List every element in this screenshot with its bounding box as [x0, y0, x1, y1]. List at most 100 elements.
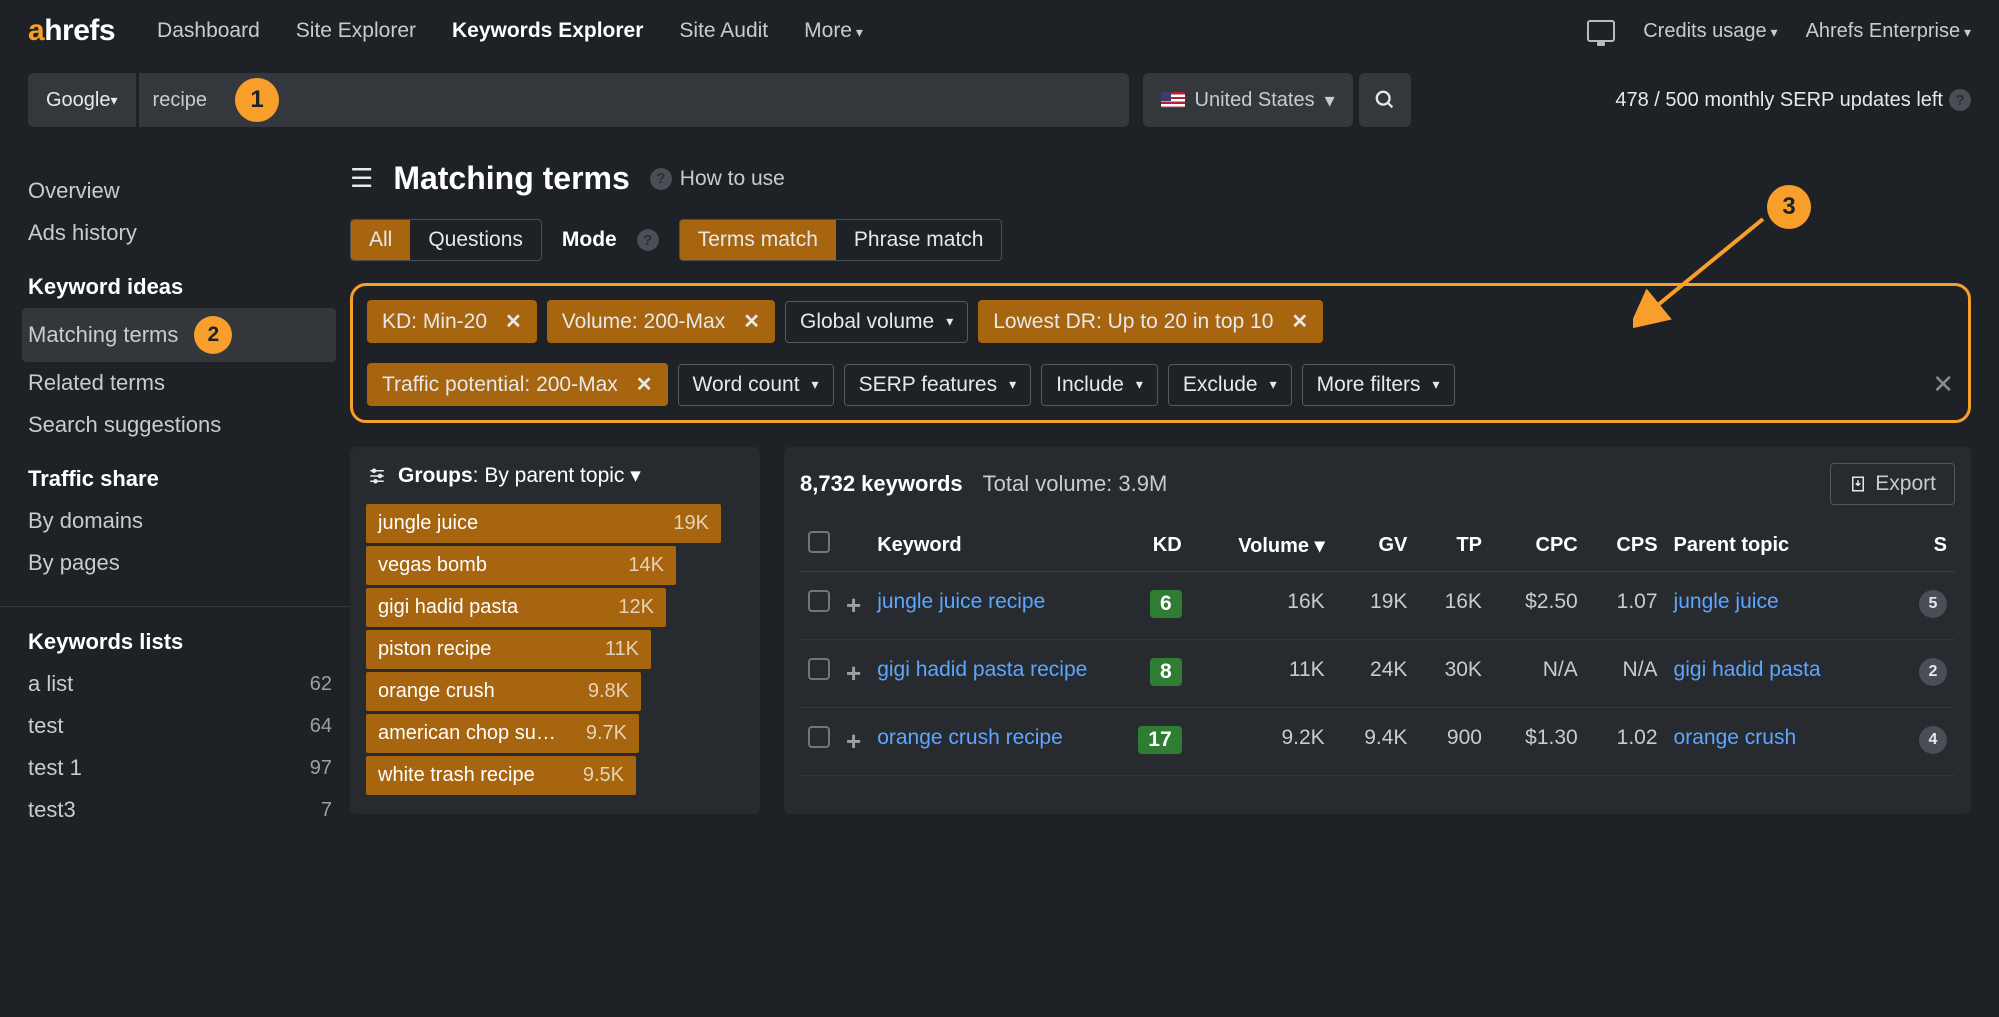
keyword-link[interactable]: orange crush recipe [877, 726, 1063, 749]
keyword-link[interactable]: gigi hadid pasta recipe [877, 658, 1087, 681]
checkbox[interactable] [808, 590, 830, 612]
filter-more[interactable]: More filters [1302, 364, 1455, 406]
search-query-text: recipe [153, 89, 207, 112]
content: ☰ Matching terms ? How to use All Questi… [350, 160, 1999, 831]
sidebar-list-item[interactable]: test 197 [28, 747, 350, 789]
topbar: ahrefs Dashboard Site Explorer Keywords … [0, 0, 1999, 62]
checkbox-all[interactable] [808, 531, 830, 553]
sidebar-by-domains[interactable]: By domains [28, 500, 350, 542]
mode-label: Mode [562, 228, 617, 252]
nav-site-explorer[interactable]: Site Explorer [282, 11, 430, 51]
col-cpc[interactable]: CPC [1490, 519, 1586, 572]
close-icon[interactable]: ✕ [636, 372, 653, 397]
seg-questions[interactable]: Questions [410, 220, 541, 260]
col-gv[interactable]: GV [1333, 519, 1416, 572]
filter-kd[interactable]: KD: Min-20✕ [367, 300, 537, 343]
keyword-link[interactable]: jungle juice recipe [877, 590, 1045, 613]
col-parent[interactable]: Parent topic [1666, 519, 1894, 572]
parent-link[interactable]: gigi hadid pasta [1674, 658, 1821, 681]
sidebar-ads-history[interactable]: Ads history [28, 212, 350, 254]
country-select[interactable]: United States ▾ [1143, 73, 1353, 127]
sidebar-item-label: Matching terms [28, 322, 178, 348]
sidebar-search-suggestions[interactable]: Search suggestions [28, 404, 350, 446]
group-bar[interactable]: jungle juice19K [366, 504, 721, 543]
how-to-use[interactable]: ? How to use [650, 167, 785, 191]
col-kd[interactable]: KD [1107, 519, 1190, 572]
search-button[interactable] [1359, 73, 1411, 127]
col-cps[interactable]: CPS [1586, 519, 1666, 572]
filter-volume[interactable]: Volume: 200-Max✕ [547, 300, 775, 343]
seg-all[interactable]: All [351, 220, 410, 260]
kd-badge: 17 [1138, 726, 1181, 754]
sliders-icon[interactable] [366, 467, 388, 485]
seg-terms-match[interactable]: Terms match [680, 220, 836, 260]
table-row: +orange crush recipe179.2K9.4K900$1.301.… [800, 708, 1955, 776]
engine-select[interactable]: Google [28, 73, 136, 127]
filter-exclude[interactable]: Exclude [1168, 364, 1292, 406]
sidebar-list-item[interactable]: test37 [28, 789, 350, 831]
nav-more[interactable]: More [790, 11, 877, 51]
sidebar-by-pages[interactable]: By pages [28, 542, 350, 584]
serp-credits: 478 / 500 monthly SERP updates left ? [1615, 89, 1971, 112]
checkbox[interactable] [808, 658, 830, 680]
search-input[interactable]: recipe 1 [139, 73, 1129, 127]
expand-icon[interactable]: + [846, 726, 861, 756]
logo[interactable]: ahrefs [28, 14, 115, 48]
serp-pill[interactable]: 5 [1919, 590, 1947, 618]
serp-pill[interactable]: 2 [1919, 658, 1947, 686]
credits-usage[interactable]: Credits usage [1643, 20, 1777, 43]
nav-keywords-explorer[interactable]: Keywords Explorer [438, 11, 657, 51]
col-tp[interactable]: TP [1415, 519, 1490, 572]
clear-filters-icon[interactable]: ✕ [1932, 369, 1954, 400]
plan-selector[interactable]: Ahrefs Enterprise [1806, 20, 1971, 43]
col-volume[interactable]: Volume ▾ [1190, 519, 1333, 572]
close-icon[interactable]: ✕ [505, 309, 522, 334]
searchbar: Google recipe 1 United States ▾ 478 / 50… [28, 70, 1971, 130]
seg-mode: Terms match Phrase match [679, 219, 1003, 261]
kd-badge: 6 [1150, 590, 1182, 618]
table-row: +jungle juice recipe616K19K16K$2.501.07j… [800, 572, 1955, 640]
help-icon[interactable]: ? [637, 229, 659, 251]
sidebar-list-item[interactable]: a list62 [28, 663, 350, 705]
export-button[interactable]: Export [1830, 463, 1955, 505]
filter-include[interactable]: Include [1041, 364, 1158, 406]
group-bar[interactable]: vegas bomb14K [366, 546, 676, 585]
close-icon[interactable]: ✕ [1291, 309, 1308, 334]
filter-lowest-dr[interactable]: Lowest DR: Up to 20 in top 10✕ [978, 300, 1323, 343]
help-icon[interactable]: ? [1949, 89, 1971, 111]
filter-serp-features[interactable]: SERP features [844, 364, 1032, 406]
group-bar[interactable]: white trash recipe9.5K [366, 756, 636, 795]
sidebar-overview[interactable]: Overview [28, 170, 350, 212]
filter-traffic-potential[interactable]: Traffic potential: 200-Max✕ [367, 363, 668, 406]
group-bar[interactable]: piston recipe11K [366, 630, 651, 669]
expand-icon[interactable]: + [846, 658, 861, 688]
parent-link[interactable]: orange crush [1674, 726, 1797, 749]
monitor-icon[interactable] [1587, 20, 1615, 42]
help-icon: ? [650, 168, 672, 190]
nav-dashboard[interactable]: Dashboard [143, 11, 274, 51]
seg-phrase-match[interactable]: Phrase match [836, 220, 1002, 260]
group-bar[interactable]: gigi hadid pasta12K [366, 588, 666, 627]
page-title: Matching terms [393, 160, 629, 197]
col-s[interactable]: S [1893, 519, 1955, 572]
sidebar-related-terms[interactable]: Related terms [28, 362, 350, 404]
nav-site-audit[interactable]: Site Audit [665, 11, 782, 51]
total-volume: Total volume: 3.9M [983, 471, 1168, 497]
sidebar-matching-terms[interactable]: Matching terms 2 [22, 308, 336, 362]
hamburger-icon[interactable]: ☰ [350, 163, 373, 194]
expand-icon[interactable]: + [846, 590, 861, 620]
sidebar: Overview Ads history Keyword ideas Match… [0, 160, 350, 831]
parent-link[interactable]: jungle juice [1674, 590, 1779, 613]
filter-word-count[interactable]: Word count [678, 364, 834, 406]
arrow-icon [1633, 209, 1783, 339]
group-bar[interactable]: orange crush9.8K [366, 672, 641, 711]
close-icon[interactable]: ✕ [743, 309, 760, 334]
sidebar-section-ideas: Keyword ideas [28, 274, 350, 300]
col-keyword[interactable]: Keyword [869, 519, 1107, 572]
results-table: 8,732 keywords Total volume: 3.9M Export… [784, 447, 1971, 814]
group-bar[interactable]: american chop su…9.7K [366, 714, 639, 753]
sidebar-list-item[interactable]: test64 [28, 705, 350, 747]
checkbox[interactable] [808, 726, 830, 748]
filter-global-volume[interactable]: Global volume [785, 301, 968, 343]
serp-pill[interactable]: 4 [1919, 726, 1947, 754]
